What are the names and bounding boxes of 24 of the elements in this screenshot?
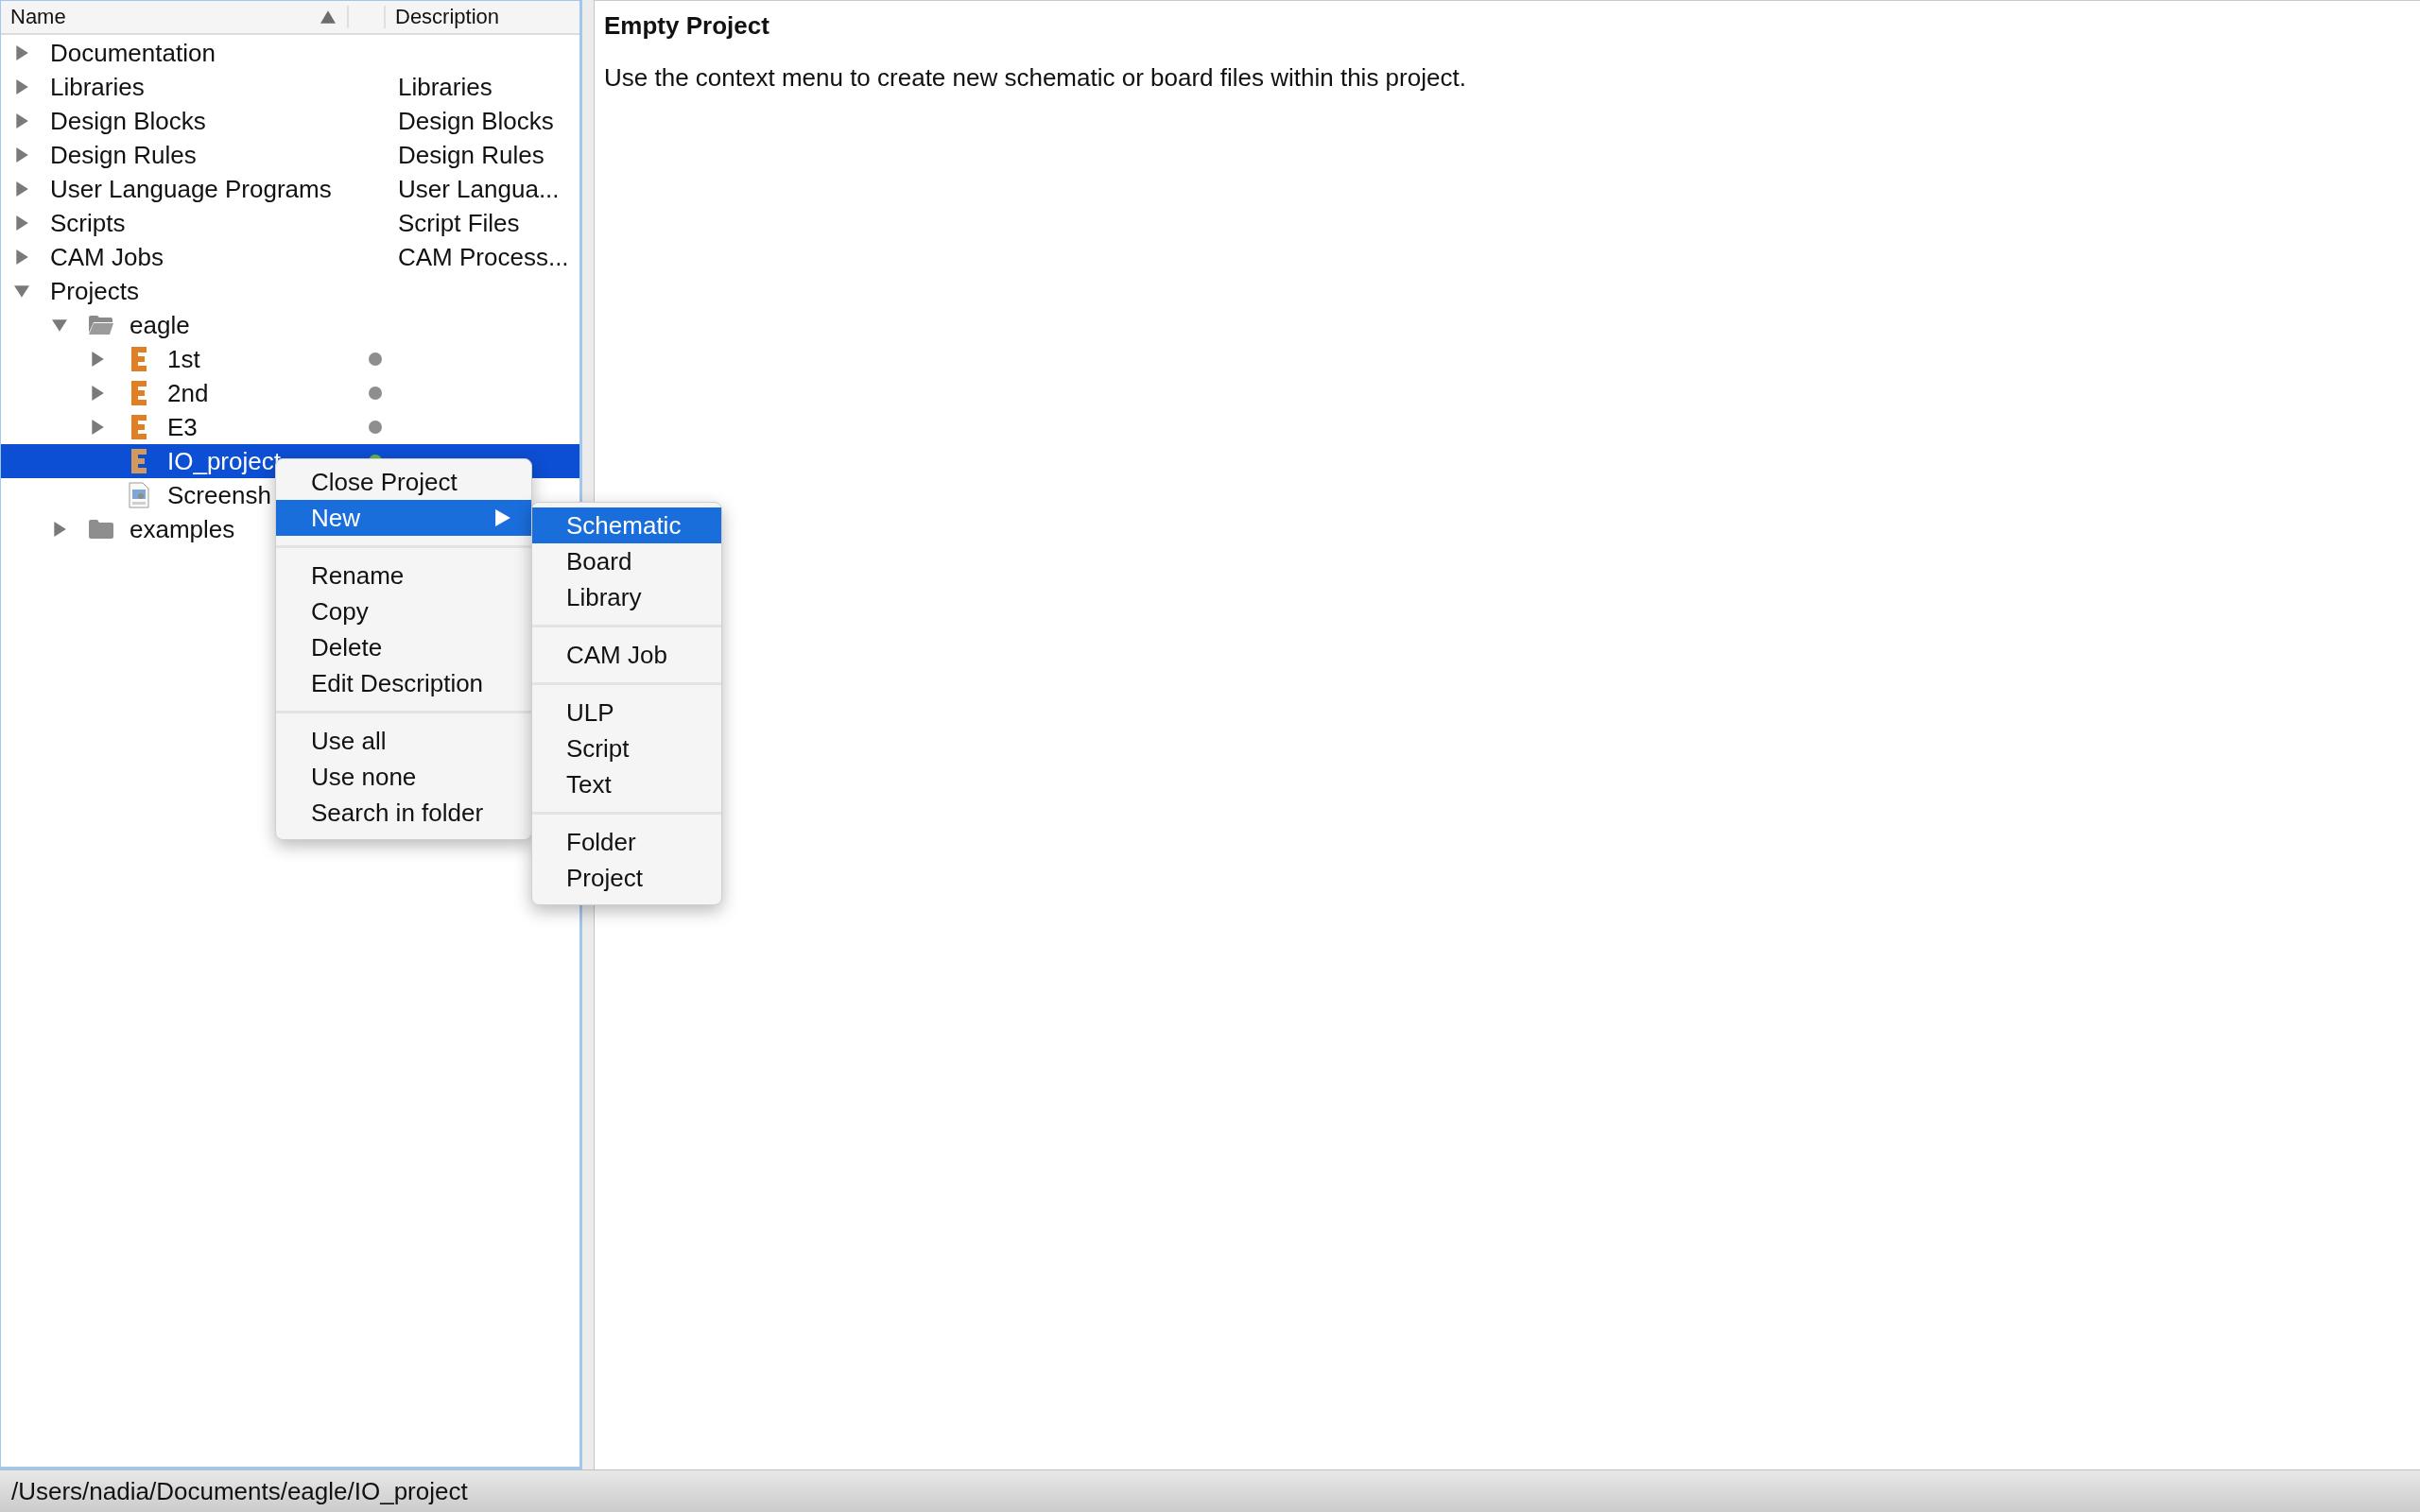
tree-item-label: 2nd [167, 378, 209, 408]
status-path: /Users/nadia/Documents/eagle/IO_project [11, 1476, 468, 1506]
details-title: Empty Project [604, 10, 770, 41]
tree-item-description: Script Files [398, 208, 520, 237]
tree-item-label: Design Rules [50, 140, 197, 170]
tree-item-description: User Langua... [398, 174, 560, 203]
tree-item-label: examples [130, 514, 235, 544]
details-text: Use the context menu to create new schematic or board files within this project. [604, 63, 1467, 93]
tree-item-label: IO_project [167, 446, 281, 476]
tree-item-description: Design Blocks [398, 106, 554, 135]
tree-item-label: Documentation [50, 38, 216, 68]
tree-item-description: Libraries [398, 72, 493, 101]
tree-item-label: E3 [167, 412, 198, 442]
tree-item-label: Scripts [50, 208, 126, 238]
tree-item-label: User Language Programs [50, 174, 332, 204]
tree-item-label: Design Blocks [50, 106, 206, 136]
tree-item-description: CAM Process... [398, 242, 569, 271]
tree-item-label: eagle [130, 310, 190, 340]
tree-item-label: CAM Jobs [50, 242, 164, 272]
tree-item-label: Projects [50, 276, 139, 306]
tree-item-label: 1st [167, 344, 200, 374]
tree-item-label: Libraries [50, 72, 145, 102]
tree-item-description: Design Rules [398, 140, 544, 169]
tree-item-label: Screensh [167, 480, 271, 510]
